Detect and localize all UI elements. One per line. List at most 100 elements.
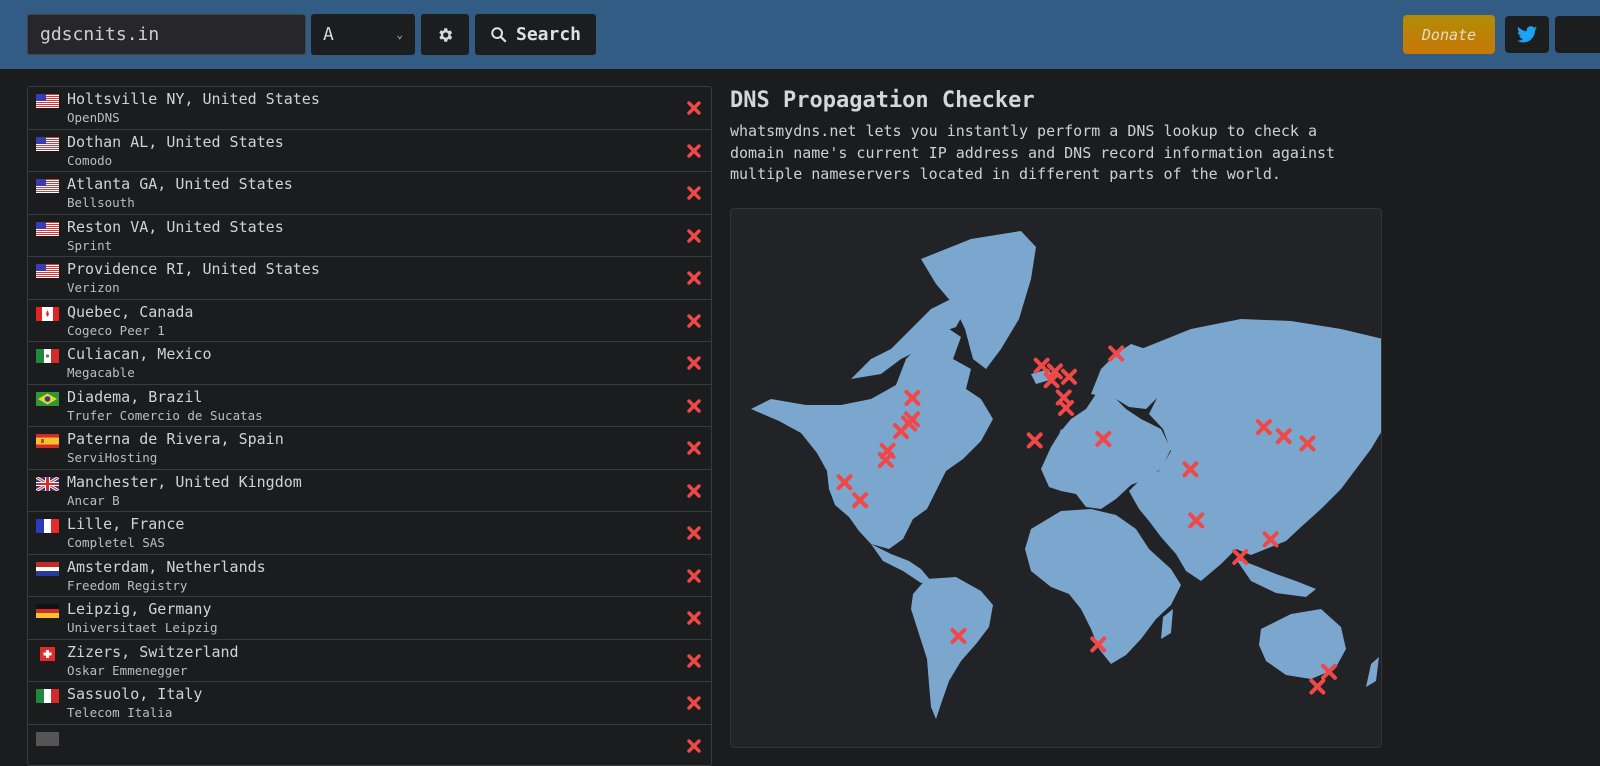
server-row[interactable]: Lille, France Completel SAS [28, 512, 711, 555]
chevron-down-icon: ⌄ [396, 28, 403, 41]
server-location: Reston VA, United States [67, 218, 284, 236]
server-row[interactable]: Reston VA, United States Sprint [28, 215, 711, 258]
flag-gb-icon [36, 476, 59, 490]
server-provider: Universitaet Leipzig [67, 620, 218, 635]
flag-es-icon [36, 433, 59, 447]
flag-ch-icon [36, 646, 59, 660]
server-row[interactable]: Zizers, Switzerland Oskar Emmenegger [28, 640, 711, 683]
server-location: Holtsville NY, United States [67, 90, 320, 108]
landmass-new-zealand [1366, 657, 1379, 687]
landmass-indonesia [1236, 559, 1316, 597]
flag-us-icon [36, 178, 59, 192]
server-location: Sassuolo, Italy [67, 685, 202, 703]
server-provider: ServiHosting [67, 450, 157, 465]
social-button[interactable] [1555, 16, 1600, 53]
server-provider: Telecom Italia [67, 705, 172, 720]
server-row[interactable]: Dothan AL, United States Comodo [28, 130, 711, 173]
status-fail-icon [687, 440, 701, 454]
server-provider: OpenDNS [67, 110, 120, 125]
donate-button[interactable]: Donate [1403, 15, 1495, 54]
flag-nl-icon [36, 561, 59, 575]
server-row[interactable]: Sassuolo, Italy Telecom Italia [28, 682, 711, 725]
status-fail-icon [687, 185, 701, 199]
server-row[interactable]: Providence RI, United States Verizon [28, 257, 711, 300]
marker-fail-icon[interactable] [1311, 681, 1323, 693]
server-row[interactable]: Paterna de Rivera, Spain ServiHosting [28, 427, 711, 470]
marker-fail-icon[interactable] [1060, 402, 1072, 414]
gear-icon [436, 26, 454, 44]
server-row[interactable]: Leipzig, Germany Universitaet Leipzig [28, 597, 711, 640]
world-map [730, 208, 1382, 748]
server-provider: Completel SAS [67, 535, 165, 550]
server-row[interactable]: Holtsville NY, United States OpenDNS [28, 87, 711, 130]
status-fail-icon [687, 143, 701, 157]
search-button[interactable]: Search [475, 14, 596, 55]
status-fail-icon [687, 568, 701, 582]
twitter-button[interactable] [1505, 16, 1549, 53]
settings-button[interactable] [421, 14, 469, 55]
server-row[interactable]: Diadema, Brazil Trufer Comercio de Sucat… [28, 385, 711, 428]
server-location: Lille, France [67, 515, 184, 533]
twitter-bird-icon [1517, 26, 1537, 43]
server-location: Zizers, Switzerland [67, 643, 239, 661]
flag-br-icon [36, 391, 59, 405]
server-provider: Trufer Comercio de Sucatas [67, 408, 263, 423]
server-location: Leipzig, Germany [67, 600, 212, 618]
flag-ca-icon [36, 306, 59, 320]
landmass-madagascar [1161, 609, 1173, 639]
status-fail-icon [687, 270, 701, 284]
server-location: Atlanta GA, United States [67, 175, 293, 193]
marker-fail-icon[interactable] [1036, 360, 1048, 372]
flag-it-icon [36, 688, 59, 702]
record-type-value: A [323, 24, 334, 45]
status-fail-icon [687, 228, 701, 242]
server-provider: Ancar B [67, 493, 120, 508]
status-fail-icon [687, 738, 701, 752]
domain-input[interactable] [27, 14, 306, 55]
donate-label: Donate [1422, 26, 1476, 44]
server-location: Dothan AL, United States [67, 133, 284, 151]
server-provider: Comodo [67, 153, 112, 168]
server-provider: Freedom Registry [67, 578, 187, 593]
server-row[interactable]: Atlanta GA, United States Bellsouth [28, 172, 711, 215]
status-fail-icon [687, 610, 701, 624]
server-provider: Sprint [67, 238, 112, 253]
server-location: Culiacan, Mexico [67, 345, 212, 363]
flag-us-icon [36, 136, 59, 150]
marker-fail-icon[interactable] [1063, 371, 1075, 383]
server-list: Holtsville NY, United States OpenDNS Dot… [27, 86, 712, 766]
server-row[interactable] [28, 725, 711, 766]
server-provider: Bellsouth [67, 195, 135, 210]
flag-us-icon [36, 93, 59, 107]
status-fail-icon [687, 695, 701, 709]
search-label: Search [516, 24, 581, 45]
server-provider: Cogeco Peer 1 [67, 323, 165, 338]
server-row[interactable]: Culiacan, Mexico Megacable [28, 342, 711, 385]
server-location: Manchester, United Kingdom [67, 473, 302, 491]
server-location: Paterna de Rivera, Spain [67, 430, 284, 448]
status-fail-icon [687, 398, 701, 412]
record-type-select[interactable]: A ⌄ [311, 14, 415, 55]
server-location: Providence RI, United States [67, 260, 320, 278]
server-row[interactable]: Quebec, Canada Cogeco Peer 1 [28, 300, 711, 343]
server-provider: Oskar Emmenegger [67, 663, 187, 678]
top-bar: A ⌄ Search Donate [0, 0, 1600, 69]
marker-fail-icon[interactable] [1029, 434, 1041, 446]
land-masses [751, 231, 1382, 719]
magnifier-icon [490, 26, 508, 44]
server-location: Diadema, Brazil [67, 388, 202, 406]
status-fail-icon [687, 313, 701, 327]
server-location: Quebec, Canada [67, 303, 193, 321]
flag-fr-icon [36, 518, 59, 532]
status-fail-icon [687, 483, 701, 497]
server-provider: Megacable [67, 365, 135, 380]
server-location: Amsterdam, Netherlands [67, 558, 266, 576]
server-provider: Verizon [67, 280, 120, 295]
flag-us-icon [36, 263, 59, 277]
server-row[interactable]: Manchester, United Kingdom Ancar B [28, 470, 711, 513]
world-map-svg [731, 209, 1382, 748]
flag-mx-icon [36, 348, 59, 362]
status-fail-icon [687, 653, 701, 667]
server-row[interactable]: Amsterdam, Netherlands Freedom Registry [28, 555, 711, 598]
landmass-south-america [911, 577, 993, 719]
